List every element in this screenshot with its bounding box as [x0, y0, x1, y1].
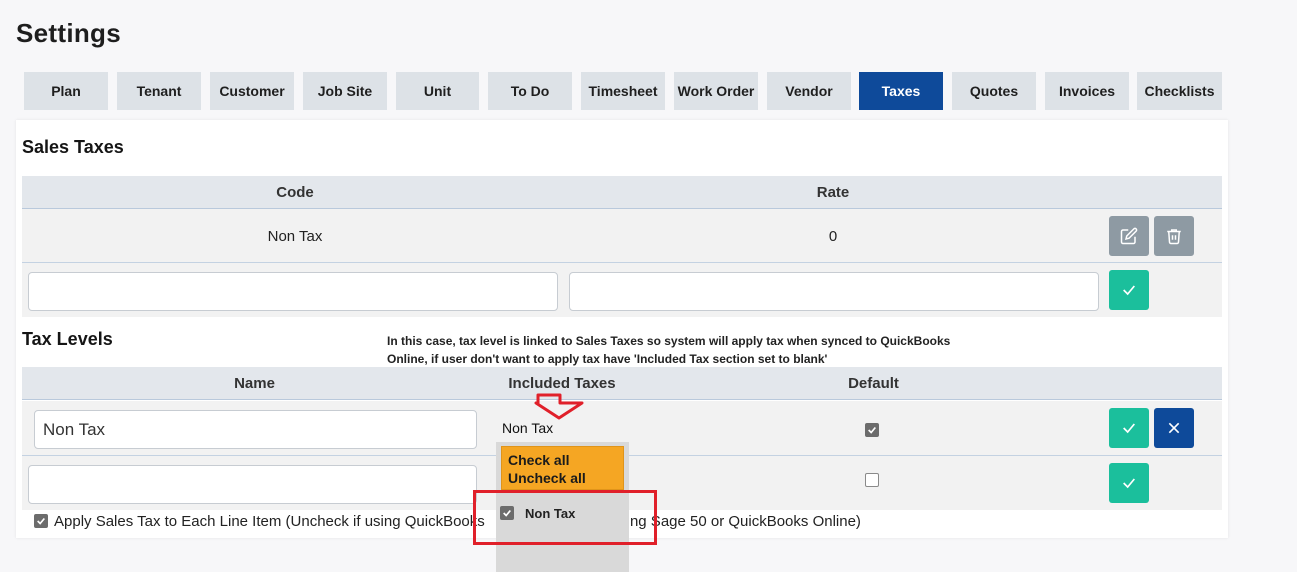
tab-invoices[interactable]: Invoices: [1045, 72, 1129, 110]
tab-tenant[interactable]: Tenant: [117, 72, 201, 110]
cancel-edit-button[interactable]: [1154, 408, 1194, 448]
close-icon: [1168, 422, 1180, 434]
tab-quotes[interactable]: Quotes: [952, 72, 1036, 110]
check-icon: [37, 517, 45, 525]
sales-taxes-header: Code Rate: [22, 176, 1222, 209]
tax-levels-header: Name Included Taxes Default: [22, 367, 1222, 400]
apply-sales-tax-label-left: Apply Sales Tax to Each Line Item (Unche…: [54, 512, 485, 530]
tab-plan[interactable]: Plan: [24, 72, 108, 110]
tab-checklists[interactable]: Checklists: [1137, 72, 1222, 110]
tab-vendor[interactable]: Vendor: [767, 72, 851, 110]
tax-level-name-input[interactable]: [34, 410, 477, 449]
page-title: Settings: [16, 18, 121, 48]
trash-icon: [1167, 229, 1181, 245]
sales-taxes-title: Sales Taxes: [22, 137, 124, 157]
tax-levels-note: In this case, tax level is linked to Sal…: [387, 334, 951, 366]
add-tax-level-button[interactable]: [1109, 463, 1149, 503]
tab-unit[interactable]: Unit: [396, 72, 479, 110]
check-icon: [868, 426, 876, 434]
tab-timesheet[interactable]: Timesheet: [581, 72, 665, 110]
table-row: Non Tax 0: [22, 209, 1222, 263]
tab-to-do[interactable]: To Do: [488, 72, 572, 110]
down-arrow-icon: [534, 393, 584, 420]
save-sales-tax-button[interactable]: [1109, 270, 1149, 310]
column-header-default: Default: [848, 375, 899, 392]
edit-icon: [1120, 227, 1138, 245]
uncheck-all-option[interactable]: Uncheck all: [508, 469, 617, 487]
check-icon: [1123, 478, 1135, 489]
check-icon: [1123, 423, 1135, 434]
sales-tax-code-input[interactable]: [28, 272, 558, 311]
tab-taxes[interactable]: Taxes: [859, 72, 943, 110]
sales-tax-rate-input[interactable]: [569, 272, 1099, 311]
default-checkbox[interactable]: [865, 423, 879, 437]
check-all-option[interactable]: Check all: [508, 451, 617, 469]
highlight-annotation: [473, 490, 657, 545]
column-header-rate: Rate: [816, 184, 850, 201]
tax-levels-title: Tax Levels: [22, 329, 113, 349]
new-default-checkbox[interactable]: [865, 473, 879, 487]
new-tax-level-name-input[interactable]: [28, 465, 477, 504]
column-header-code: Code: [276, 184, 314, 201]
dropdown-bulk-actions: Check all Uncheck all: [501, 446, 624, 490]
tab-job-site[interactable]: Job Site: [303, 72, 387, 110]
apply-sales-tax-option[interactable]: Apply Sales Tax to Each Line Item (Unche…: [34, 511, 861, 531]
tab-customer[interactable]: Customer: [210, 72, 294, 110]
column-header-name: Name: [234, 375, 275, 392]
sales-tax-code: Non Tax: [267, 227, 323, 245]
delete-button[interactable]: [1154, 216, 1194, 256]
tab-work-order[interactable]: Work Order: [674, 72, 758, 110]
check-icon: [1123, 285, 1135, 296]
sales-tax-rate: 0: [828, 227, 838, 245]
apply-sales-tax-checkbox[interactable]: [34, 514, 48, 528]
edit-button[interactable]: [1109, 216, 1149, 256]
new-sales-tax-row: [22, 263, 1222, 317]
save-tax-level-button[interactable]: [1109, 408, 1149, 448]
